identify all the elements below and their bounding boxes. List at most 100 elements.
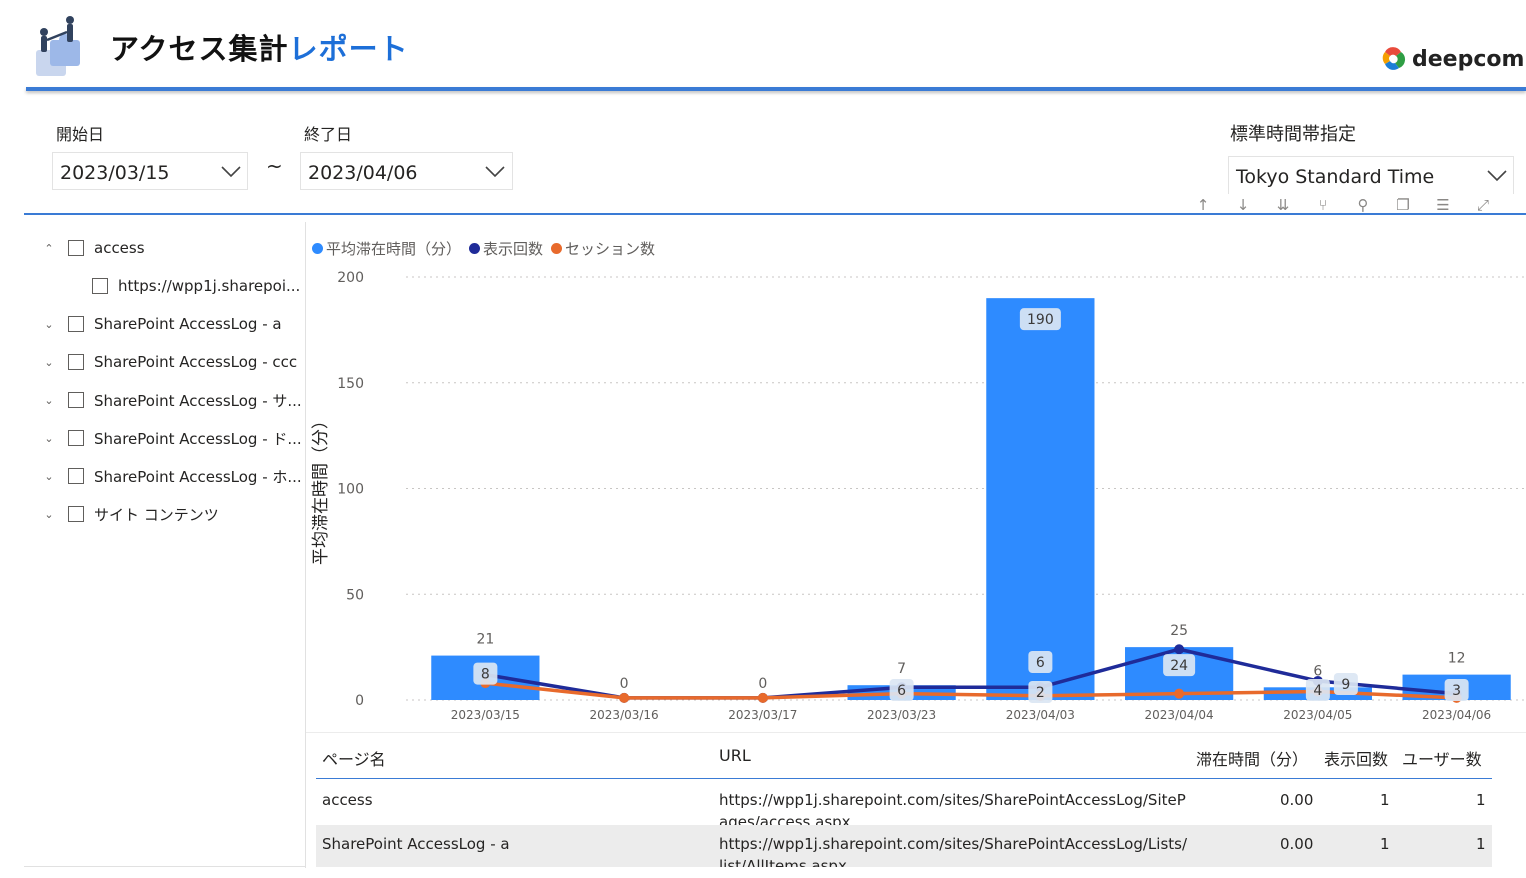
handshake-puzzle-icon [36, 16, 80, 76]
table-row[interactable]: SharePoint AccessLog - a https://wpp1j.s… [316, 825, 1492, 867]
data-label: 8 [481, 667, 490, 683]
tree-item-label: SharePoint AccessLog - ccc [94, 353, 298, 371]
chevron-down-icon[interactable]: ⌄ [42, 470, 56, 483]
focus-mode-icon[interactable]: ⤢ [1470, 196, 1496, 216]
chevron-down-icon[interactable]: ⌄ [42, 356, 56, 369]
tree-item-label: SharePoint AccessLog - ホ... [94, 467, 302, 486]
tree-item[interactable]: ⌄ SharePoint AccessLog - ccc [42, 350, 297, 374]
expand-hierarchy-icon[interactable]: ⑂ [1310, 196, 1336, 216]
tree-child-item[interactable]: https://wpp1j.sharepoi... [92, 274, 300, 298]
tree-item[interactable]: ⌄ サイト コンテンツ [42, 502, 218, 526]
bar-value-label: 6 [1313, 663, 1322, 679]
col-header-page[interactable]: ページ名 [322, 746, 386, 770]
tree-item[interactable]: ⌃ access [42, 236, 144, 260]
legend-dot-icon [469, 243, 481, 254]
tree-item[interactable]: ⌄ SharePoint AccessLog - a [42, 312, 281, 336]
header-divider [26, 87, 1526, 91]
legend-dot-icon [312, 243, 323, 254]
tree-checkbox[interactable] [92, 278, 108, 294]
chevron-down-icon [1487, 170, 1507, 182]
tree-item[interactable]: ⌄ SharePoint AccessLog - サ... [42, 388, 301, 412]
col-header-time[interactable]: 滞在時間（分） [1196, 746, 1308, 770]
chart-bar[interactable] [986, 298, 1095, 700]
series-point[interactable] [1174, 688, 1185, 699]
y-tick-label: 0 [355, 693, 364, 709]
x-tick-label: 2023/04/05 [1283, 708, 1352, 722]
table-header-divider [316, 778, 1492, 779]
chevron-down-icon[interactable]: ⌄ [42, 432, 56, 445]
bar-value-label: 25 [1170, 623, 1188, 639]
bar-value-label: 0 [758, 676, 767, 692]
bar-value-label: 21 [476, 632, 494, 648]
tree-checkbox[interactable] [68, 354, 84, 370]
y-tick-label: 200 [337, 270, 364, 286]
legend-label: セッション数 [565, 240, 656, 258]
chevron-down-icon[interactable]: ⌄ [42, 394, 56, 407]
data-label: 3 [1452, 683, 1461, 699]
col-header-views[interactable]: 表示回数 [1324, 746, 1388, 770]
cell-url: https://wpp1j.sharepoint.com/sites/Share… [719, 791, 1186, 825]
x-tick-label: 2023/04/03 [1006, 708, 1075, 722]
x-tick-label: 2023/04/04 [1145, 708, 1214, 722]
tree-checkbox[interactable] [68, 506, 84, 522]
data-label: 6 [1036, 655, 1045, 671]
col-header-url[interactable]: URL [719, 746, 751, 765]
chevron-up-icon[interactable]: ⌃ [42, 242, 56, 255]
cell-views: 1 [1380, 835, 1390, 853]
start-date-label: 開始日 [56, 125, 105, 144]
x-tick-label: 2023/04/06 [1422, 708, 1491, 722]
tree-checkbox[interactable] [68, 392, 84, 408]
pin-icon[interactable]: ⚲ [1350, 196, 1376, 216]
col-header-users[interactable]: ユーザー数 [1402, 746, 1482, 770]
end-date-dropdown[interactable]: 2023/04/06 [300, 152, 513, 190]
page-title: アクセス集計レポート [110, 26, 409, 68]
title-main-text: アクセス集計 [110, 32, 289, 66]
bar-value-label: 12 [1448, 651, 1466, 667]
title-accent-text: レポート [288, 32, 409, 66]
chevron-down-icon [221, 166, 241, 178]
combo-chart[interactable]: 0 50 100 150 200 平均滞在時間（分） 2023/03/15 21 8 2023/0… [306, 222, 1526, 732]
series-point[interactable] [1174, 644, 1185, 655]
date-range-separator: ~ [266, 154, 283, 178]
chevron-down-icon[interactable]: ⌄ [42, 318, 56, 331]
cell-page: access [322, 791, 373, 809]
legend-item[interactable]: 平均滞在時間（分） [312, 238, 461, 259]
tree-checkbox[interactable] [68, 468, 84, 484]
y-tick-label: 150 [337, 376, 364, 392]
x-tick-label: 2023/03/15 [451, 708, 520, 722]
timezone-dropdown[interactable]: Tokyo Standard Time [1228, 156, 1514, 194]
chevron-down-icon[interactable]: ⌄ [42, 508, 56, 521]
chevron-down-icon [485, 166, 505, 178]
data-label: 6 [897, 683, 906, 699]
start-date-dropdown[interactable]: 2023/03/15 [52, 152, 248, 190]
arrow-up-icon[interactable]: ↑ [1190, 196, 1216, 216]
copy-icon[interactable]: ❐ [1390, 196, 1416, 216]
legend-item[interactable]: セッション数 [551, 238, 655, 259]
page-table: ページ名 URL 滞在時間（分） 表示回数 ユーザー数 access https… [306, 732, 1526, 867]
table-row[interactable]: access https://wpp1j.sharepoint.com/site… [316, 781, 1492, 825]
double-arrow-down-icon[interactable]: ⇊ [1270, 196, 1296, 216]
tree-item[interactable]: ⌄ SharePoint AccessLog - ド... [42, 426, 302, 450]
data-label: 190 [1027, 312, 1054, 328]
filter-icon[interactable]: ☰ [1430, 196, 1456, 216]
legend-item[interactable]: 表示回数 [469, 238, 543, 259]
legend-label: 表示回数 [483, 240, 544, 258]
brand-logo: deepcom [1380, 44, 1524, 74]
cell-time: 0.00 [1280, 835, 1314, 853]
tree-item[interactable]: ⌄ SharePoint AccessLog - ホ... [42, 464, 302, 488]
x-tick-label: 2023/03/16 [590, 708, 659, 722]
tree-item-label: SharePoint AccessLog - ド... [94, 429, 302, 448]
cell-page: SharePoint AccessLog - a [322, 835, 510, 853]
y-tick-label: 100 [337, 482, 364, 498]
cell-views: 1 [1380, 791, 1390, 809]
arrow-down-icon[interactable]: ↓ [1230, 196, 1256, 216]
legend-label: 平均滞在時間（分） [326, 240, 462, 258]
series-point[interactable] [757, 692, 768, 703]
tree-checkbox[interactable] [68, 316, 84, 332]
tree-checkbox[interactable] [68, 430, 84, 446]
tree-item-label: https://wpp1j.sharepoi... [118, 277, 301, 295]
tree-checkbox[interactable] [68, 240, 84, 256]
timezone-label: 標準時間帯指定 [1230, 124, 1356, 145]
legend-dot-icon [551, 243, 563, 254]
series-point[interactable] [619, 692, 630, 703]
